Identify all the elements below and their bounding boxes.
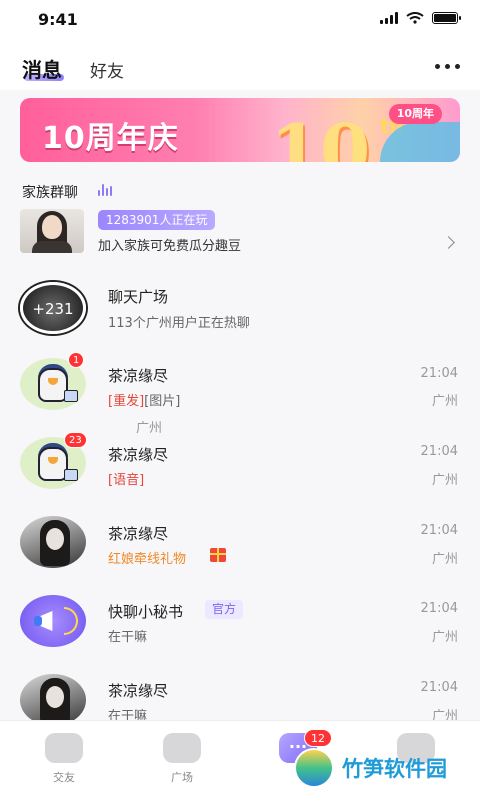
avatar	[20, 674, 86, 726]
nav-making-friends[interactable]: 交友	[34, 733, 94, 785]
conversation-time: 21:04	[420, 444, 458, 459]
chat-square-avatar: +231	[20, 282, 86, 334]
resend-tag[interactable]: [重发]	[108, 394, 144, 409]
conversation-row[interactable]: 1 茶凉缘尽 [重发][图片] 21:04 广州 广州	[0, 350, 480, 436]
wifi-icon	[406, 12, 424, 24]
image-tag: [图片]	[144, 394, 181, 409]
banner-title: 10周年庆	[42, 121, 179, 156]
conversation-location: 广州	[431, 473, 458, 488]
conversation-preview: 在干嘛	[108, 630, 148, 645]
official-badge: 官方	[205, 600, 244, 619]
conversation-time: 21:04	[420, 366, 458, 381]
conversation-time: 21:04	[420, 601, 458, 616]
watermark-text: 竹笋软件园	[342, 757, 447, 781]
conversation-location: 广州	[431, 394, 458, 409]
status-icons	[380, 12, 461, 24]
avatar	[20, 595, 86, 647]
conversation-time: 21:04	[420, 523, 458, 538]
online-count-badge: 1283901人正在玩	[98, 210, 216, 230]
gift-icon	[210, 548, 226, 562]
conversation-name: 茶凉缘尽	[108, 525, 169, 543]
watermark-logo-icon	[294, 748, 334, 788]
banner-badge: 10周年	[388, 104, 442, 124]
family-group-description[interactable]: 加入家族可免费瓜分趣豆	[98, 235, 241, 254]
family-group-avatar[interactable]	[20, 209, 84, 253]
conversation-name: 茶凉缘尽	[108, 446, 169, 464]
status-bar: 9:41	[0, 0, 480, 40]
nav-label: 交友	[53, 771, 75, 784]
unread-badge: 23	[64, 432, 87, 448]
conversation-row[interactable]: 茶凉缘尽 红娘牵线礼物 21:04 广州	[0, 508, 480, 580]
anniversary-banner[interactable]: 10 th 10周年庆 10周年	[20, 98, 460, 162]
chat-square-count: +231	[32, 300, 74, 318]
more-icon[interactable]	[435, 64, 460, 69]
home-icon	[45, 733, 83, 763]
conversation-name: 茶凉缘尽	[108, 367, 169, 385]
conversation-name: 快聊小秘书	[108, 603, 184, 621]
live-bars-icon	[98, 184, 112, 196]
battery-icon	[432, 12, 461, 24]
conversation-preview: [重发][图片]	[108, 390, 180, 409]
nav-unread-badge: 12	[304, 729, 332, 747]
chevron-right-icon[interactable]	[442, 236, 455, 249]
voice-tag: [语音]	[108, 473, 145, 488]
chat-square-name: 聊天广场	[108, 288, 169, 306]
chat-square-subtitle: 113个广州用户正在热聊	[108, 316, 250, 331]
status-time: 9:41	[38, 10, 78, 29]
conversation-time: 21:04	[420, 680, 458, 695]
conversation-location: 广州	[431, 552, 458, 567]
conversation-preview: 红娘牵线礼物	[108, 552, 187, 567]
watermark: 竹笋软件园	[294, 748, 447, 788]
conversation-row[interactable]: 23 茶凉缘尽 [语音] 21:04 广州	[0, 430, 480, 502]
nav-label: 广场	[171, 771, 193, 784]
planet-icon	[163, 733, 201, 763]
banner-big-number: 10	[270, 108, 371, 162]
nav-square[interactable]: 广场	[152, 733, 212, 785]
conversation-location: 广州	[431, 630, 458, 645]
tab-friends[interactable]: 好友	[90, 57, 124, 82]
chat-square-row[interactable]: +231 聊天广场 113个广州用户正在热聊	[0, 270, 480, 342]
signal-icon	[380, 12, 398, 24]
unread-badge: 1	[68, 352, 85, 368]
conversation-name: 茶凉缘尽	[108, 682, 169, 700]
family-group-title: 家族群聊	[22, 185, 78, 201]
conversation-row[interactable]: 快聊小秘书 在干嘛 21:04 广州	[0, 586, 480, 658]
header: 消息 好友	[0, 40, 480, 90]
tab-messages[interactable]: 消息	[22, 54, 62, 83]
avatar	[20, 516, 86, 568]
